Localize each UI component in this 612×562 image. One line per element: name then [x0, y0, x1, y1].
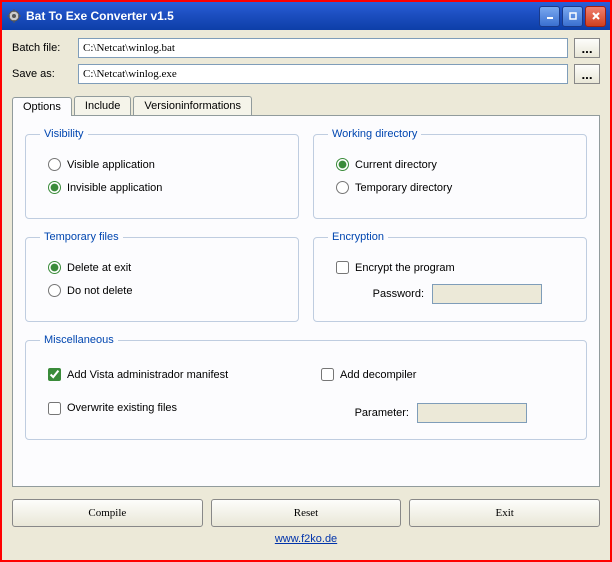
batch-file-input[interactable]	[78, 38, 568, 58]
label-invisible: Invisible application	[67, 182, 162, 194]
group-temporary-files: Temporary files Delete at exit Do not de…	[25, 231, 299, 322]
label-overwrite: Overwrite existing files	[67, 402, 177, 414]
label-password: Password:	[336, 288, 424, 300]
label-do-not-delete: Do not delete	[67, 285, 132, 297]
radio-visible[interactable]	[48, 158, 61, 171]
titlebar: Bat To Exe Converter v1.5	[2, 2, 610, 30]
checkbox-encrypt[interactable]	[336, 261, 349, 274]
legend-tempfiles: Temporary files	[40, 231, 123, 243]
label-visible: Visible application	[67, 159, 155, 171]
group-encryption: Encryption Encrypt the program Password:	[313, 231, 587, 322]
checkbox-add-decompiler[interactable]	[321, 368, 334, 381]
label-parameter: Parameter:	[321, 407, 409, 419]
label-current-dir: Current directory	[355, 159, 437, 171]
label-add-decompiler: Add decompiler	[340, 369, 416, 381]
legend-working: Working directory	[328, 128, 421, 140]
legend-misc: Miscellaneous	[40, 334, 118, 346]
exit-button[interactable]: Exit	[409, 499, 600, 527]
radio-delete-at-exit[interactable]	[48, 261, 61, 274]
app-icon	[6, 8, 22, 24]
parameter-input[interactable]	[417, 403, 527, 423]
group-working-directory: Working directory Current directory Temp…	[313, 128, 587, 219]
legend-visibility: Visibility	[40, 128, 88, 140]
radio-do-not-delete[interactable]	[48, 284, 61, 297]
tab-options[interactable]: Options	[12, 97, 72, 116]
client-area: Batch file: ... Save as: ... Options Inc…	[2, 30, 610, 560]
maximize-button[interactable]	[562, 6, 583, 27]
reset-button[interactable]: Reset	[211, 499, 402, 527]
minimize-button[interactable]	[539, 6, 560, 27]
button-row: Compile Reset Exit	[12, 499, 600, 527]
label-encrypt: Encrypt the program	[355, 262, 455, 274]
save-as-browse-button[interactable]: ...	[574, 64, 600, 84]
tab-versioninfo[interactable]: Versioninformations	[133, 96, 252, 115]
tab-strip: Options Include Versioninformations	[12, 96, 600, 115]
footer: www.f2ko.de	[12, 533, 600, 545]
password-input[interactable]	[432, 284, 542, 304]
group-visibility: Visibility Visible application Invisible…	[25, 128, 299, 219]
compile-button[interactable]: Compile	[12, 499, 203, 527]
save-as-input[interactable]	[78, 64, 568, 84]
save-as-label: Save as:	[12, 68, 78, 80]
radio-temp-dir[interactable]	[336, 181, 349, 194]
legend-encryption: Encryption	[328, 231, 388, 243]
window-title: Bat To Exe Converter v1.5	[26, 9, 174, 23]
label-temp-dir: Temporary directory	[355, 182, 452, 194]
batch-file-label: Batch file:	[12, 42, 78, 54]
radio-current-dir[interactable]	[336, 158, 349, 171]
radio-invisible[interactable]	[48, 181, 61, 194]
checkbox-overwrite[interactable]	[48, 402, 61, 415]
close-button[interactable]	[585, 6, 606, 27]
tab-include[interactable]: Include	[74, 96, 131, 115]
footer-link[interactable]: www.f2ko.de	[275, 533, 337, 545]
tab-panel-options: Visibility Visible application Invisible…	[12, 115, 600, 487]
label-delete-at-exit: Delete at exit	[67, 262, 131, 274]
checkbox-vista-manifest[interactable]	[48, 368, 61, 381]
label-vista-manifest: Add Vista administrador manifest	[67, 369, 228, 381]
batch-file-browse-button[interactable]: ...	[574, 38, 600, 58]
group-miscellaneous: Miscellaneous Add Vista administrador ma…	[25, 334, 587, 440]
